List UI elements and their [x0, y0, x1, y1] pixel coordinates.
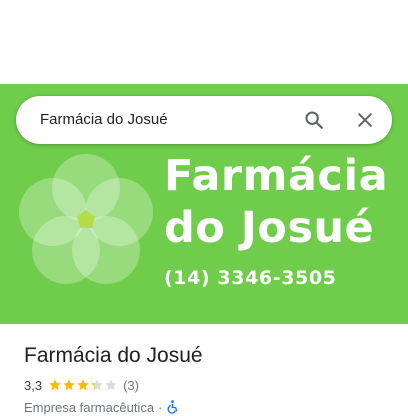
- star-rating: [48, 378, 118, 392]
- search-icon: [305, 111, 323, 129]
- search-button[interactable]: [298, 104, 330, 136]
- place-info-panel: Farmácia do Josué 3,3 (3) Empresa farmac…: [0, 324, 408, 415]
- clear-search-button[interactable]: [349, 104, 381, 136]
- star-icon: [91, 379, 103, 391]
- wheelchair-icon: [167, 400, 179, 414]
- star-icon: [77, 379, 89, 391]
- rating-row[interactable]: 3,3 (3): [24, 376, 139, 394]
- place-title: Farmácia do Josué: [24, 344, 203, 367]
- brand-phone: (14) 3346-3505: [164, 267, 337, 289]
- search-box[interactable]: Farmácia do Josué: [16, 96, 392, 144]
- star-icon: [49, 379, 61, 391]
- star-icon: [105, 379, 117, 391]
- brand-name-line1: Farmácia: [164, 151, 389, 201]
- separator: ·: [158, 399, 163, 415]
- brand-name-line2: do Josué: [164, 203, 375, 253]
- close-icon: [358, 113, 372, 127]
- place-category: Empresa farmacêutica: [24, 399, 155, 415]
- review-count[interactable]: (3): [123, 378, 139, 393]
- star-icon: [63, 379, 75, 391]
- search-input[interactable]: Farmácia do Josué: [40, 110, 168, 130]
- rating-value: 3,3: [24, 377, 43, 393]
- category-row: Empresa farmacêutica ·: [24, 398, 179, 416]
